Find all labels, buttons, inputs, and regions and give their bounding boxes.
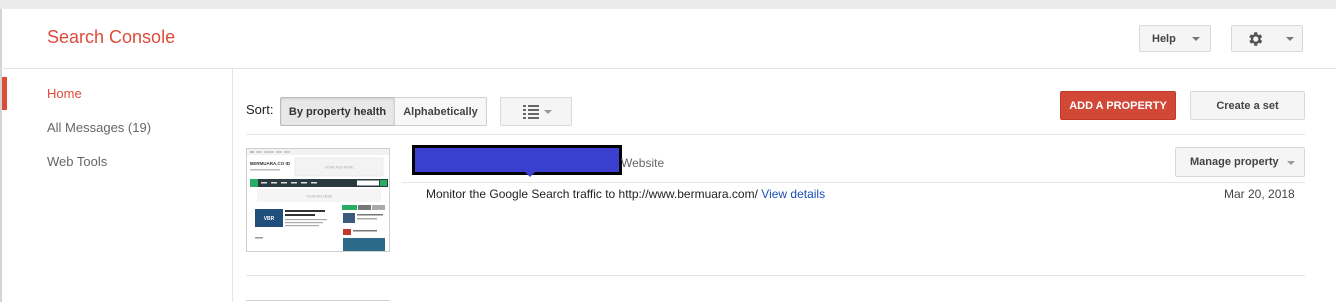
app-header: Search Console Help: [0, 9, 1336, 69]
thumb-logo-text: VBR: [264, 216, 275, 222]
message-text: Monitor the Google Search traffic to htt…: [426, 187, 758, 201]
property-thumbnail[interactable]: BERMUARA.CO ID YOUR ADS HERE YOUR ADS HE…: [246, 148, 390, 252]
thumb-site-name: BERMUARA.CO ID: [250, 161, 291, 166]
thumb-ad-text-mid: YOUR ADS HERE: [306, 195, 332, 199]
chevron-down-icon: [1286, 37, 1294, 41]
app-logo[interactable]: Search Console: [47, 27, 175, 48]
message-date: Mar 20, 2018: [1224, 187, 1295, 201]
property-divider: [402, 182, 1305, 183]
row-divider: [246, 275, 1305, 276]
property-type: Website: [621, 156, 665, 170]
site-preview-image: BERMUARA.CO ID YOUR ADS HERE YOUR ADS HE…: [247, 149, 389, 251]
sidebar-item-home[interactable]: Home: [47, 86, 82, 101]
view-mode-dropdown[interactable]: [500, 97, 572, 126]
sidebar: Home All Messages (19) Web Tools: [0, 69, 233, 302]
chevron-down-icon: [1287, 161, 1295, 165]
sort-by-health-button[interactable]: By property health: [280, 97, 395, 126]
manage-property-button[interactable]: Manage property: [1175, 147, 1305, 177]
sort-alphabetically-button[interactable]: Alphabetically: [394, 97, 487, 126]
redacted-property-url[interactable]: [412, 145, 622, 177]
settings-button[interactable]: [1231, 25, 1303, 52]
help-button[interactable]: Help: [1139, 25, 1211, 52]
toolbar-divider: [246, 134, 1305, 135]
help-label: Help: [1152, 32, 1176, 45]
sidebar-item-all-messages[interactable]: All Messages (19): [47, 120, 151, 135]
thumb-ad-text-top: YOUR ADS HERE: [325, 166, 354, 170]
sort-label: Sort:: [246, 102, 274, 117]
next-thumbnail-edge: [246, 300, 390, 301]
manage-property-label: Manage property: [1190, 156, 1279, 168]
view-details-link[interactable]: View details: [761, 187, 825, 201]
add-property-button[interactable]: ADD A PROPERTY: [1060, 91, 1176, 120]
sidebar-item-web-tools[interactable]: Web Tools: [47, 154, 107, 169]
list-view-icon: [523, 105, 539, 119]
active-indicator: [2, 77, 7, 110]
browser-top-strip: [0, 0, 1336, 9]
property-message: Monitor the Google Search traffic to htt…: [426, 187, 825, 201]
chevron-down-icon: [544, 110, 552, 114]
create-set-button[interactable]: Create a set: [1190, 91, 1305, 120]
gear-icon: [1249, 31, 1263, 46]
chevron-down-icon: [1192, 37, 1200, 41]
